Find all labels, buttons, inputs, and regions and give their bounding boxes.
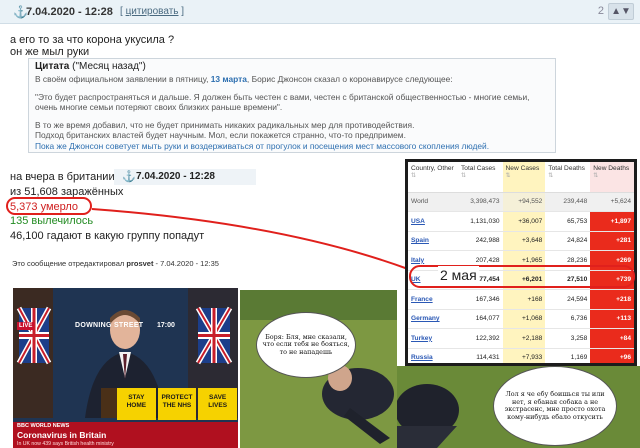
- citation-paragraph-3a: В то же время добавил, что не будет прин…: [35, 119, 415, 130]
- reply-line-1: на вчера в британии: [10, 171, 115, 183]
- post-header: ⚓ 7.04.2020 - 12:28 [ цитировать ] 2 ▲▼: [0, 0, 640, 24]
- sort-icon: ⇅: [461, 173, 467, 179]
- news-broadcast-image[interactable]: LIVE DOWNING STREET 17:00 STAY HOME PROTE…: [13, 288, 238, 448]
- country-link[interactable]: Germany: [411, 315, 440, 322]
- reply-recovered: 135 вылечилось: [10, 215, 94, 227]
- edited-user-link[interactable]: prosvet: [126, 259, 153, 268]
- may-annotation: 2 мая: [438, 266, 479, 284]
- broadcast-time: 17:00: [157, 322, 175, 329]
- sort-icon: ⇅: [548, 173, 554, 179]
- slogan-board-3: SAVE LIVES: [198, 388, 237, 420]
- country-link[interactable]: Russia: [411, 354, 433, 361]
- col-new-cases[interactable]: New Cases ⇅: [502, 162, 546, 193]
- anchor-icon[interactable]: ⚓: [122, 170, 136, 183]
- country-link[interactable]: USA: [411, 218, 425, 225]
- slogan-boards: STAY HOME PROTECT THE NHS SAVE LIVES: [117, 388, 237, 420]
- table-row: Turkey 122,392 +2,188 3,258 +84: [408, 328, 634, 349]
- rating-count: 2: [597, 5, 604, 17]
- channel-name: BBC WORLD NEWS: [17, 423, 70, 429]
- quote-label[interactable]: цитировать: [126, 6, 179, 17]
- speech-bubble-1: Боря: Бля, мне сказали, что если тебя не…: [256, 312, 356, 378]
- news-ticker: In UK now 439 says British health minist…: [17, 441, 114, 447]
- col-country[interactable]: Country, Other ⇅: [408, 162, 458, 193]
- sort-icon: ⇅: [411, 173, 417, 179]
- live-badge: LIVE: [17, 322, 35, 330]
- died-highlight-oval: [6, 197, 92, 215]
- citation-source: ("Месяц назад"): [72, 61, 146, 72]
- speech-bubble-2: Лол я че ебу боишься ты или нет, я ебана…: [493, 366, 617, 446]
- citation-title: Цитата ("Месяц назад"): [35, 61, 146, 72]
- country-link[interactable]: France: [411, 296, 433, 303]
- country-link[interactable]: Italy: [411, 257, 424, 264]
- citation-paragraph-2: "Это будет распространяться и дальше. Я …: [35, 91, 530, 113]
- country-link[interactable]: Spain: [411, 237, 429, 244]
- citation-block: Цитата ("Месяц назад") В своём официальн…: [28, 58, 556, 153]
- slogan-board-2: PROTECT THE NHS: [157, 388, 197, 420]
- sort-icon: ⇅: [593, 173, 599, 179]
- covid-stats-table: Country, Other ⇅ Total Cases ⇅ New Cases…: [405, 159, 637, 366]
- union-flag-right: [195, 306, 233, 365]
- table-row: Germany 164,077 +1,068 6,736 +113: [408, 309, 634, 329]
- table-row: France 167,346 +168 24,594 +218: [408, 289, 634, 310]
- slogan-board-1: STAY HOME: [117, 388, 156, 420]
- union-flag-left: [16, 306, 52, 365]
- col-new-deaths[interactable]: New Deaths ⇅: [590, 162, 634, 193]
- meme-image-left[interactable]: Боря: Бля, мне сказали, что если тебя не…: [240, 290, 397, 448]
- sort-icon: ⇅: [505, 173, 511, 179]
- quote-button[interactable]: [ цитировать ]: [120, 6, 184, 17]
- edited-note: Это сообщение отредактировал prosvet - 7…: [12, 259, 219, 268]
- broadcast-location: DOWNING STREET: [75, 322, 144, 329]
- citation-paragraph-3c: Пока же Джонсон советует мыть руки и воз…: [35, 140, 490, 151]
- reply-date: 7.04.2020 - 12:28: [136, 171, 215, 182]
- reply-date-header: ⚓ 7.04.2020 - 12:28: [114, 169, 256, 185]
- country-link[interactable]: UK: [411, 276, 421, 283]
- rating-button[interactable]: ▲▼: [608, 3, 634, 20]
- post-date: 7.04.2020 - 12:28: [26, 6, 113, 18]
- citation-body: В своём официальном заявлении в пятницу,…: [35, 74, 550, 151]
- meme-image-right[interactable]: Лол я че ебу боишься ты или нет, я ебана…: [397, 366, 640, 448]
- table-row: USA 1,131,030 +36,007 65,753 +1,897: [408, 211, 634, 232]
- country-link[interactable]: Turkey: [411, 335, 432, 342]
- citation-label: Цитата: [35, 61, 70, 72]
- table-row: Spain 242,988 +3,648 24,824 +281: [408, 231, 634, 251]
- table-row: Russia 114,431 +7,933 1,169 +96: [408, 348, 634, 363]
- reply-line-5: 46,100 гадают в какую группу попадут: [10, 230, 205, 242]
- citation-paragraph-1: В своём официальном заявлении в пятницу,…: [35, 74, 453, 84]
- col-total-deaths[interactable]: Total Deaths ⇅: [545, 162, 591, 193]
- citation-date-link[interactable]: 13 марта: [211, 74, 247, 84]
- post-line-2: он же мыл руки: [10, 46, 90, 58]
- col-total-cases[interactable]: Total Cases ⇅: [458, 162, 503, 193]
- headline: Coronavirus in Britain: [17, 430, 107, 440]
- table-row-world: World 3,398,473 +94,552 239,448 +5,624: [408, 192, 634, 212]
- table-header-row: Country, Other ⇅ Total Cases ⇅ New Cases…: [408, 162, 634, 193]
- citation-paragraph-3b: Подход британских властей будет научным.…: [35, 130, 406, 140]
- news-banner: BBC WORLD NEWS Coronavirus in Britain In…: [13, 422, 238, 448]
